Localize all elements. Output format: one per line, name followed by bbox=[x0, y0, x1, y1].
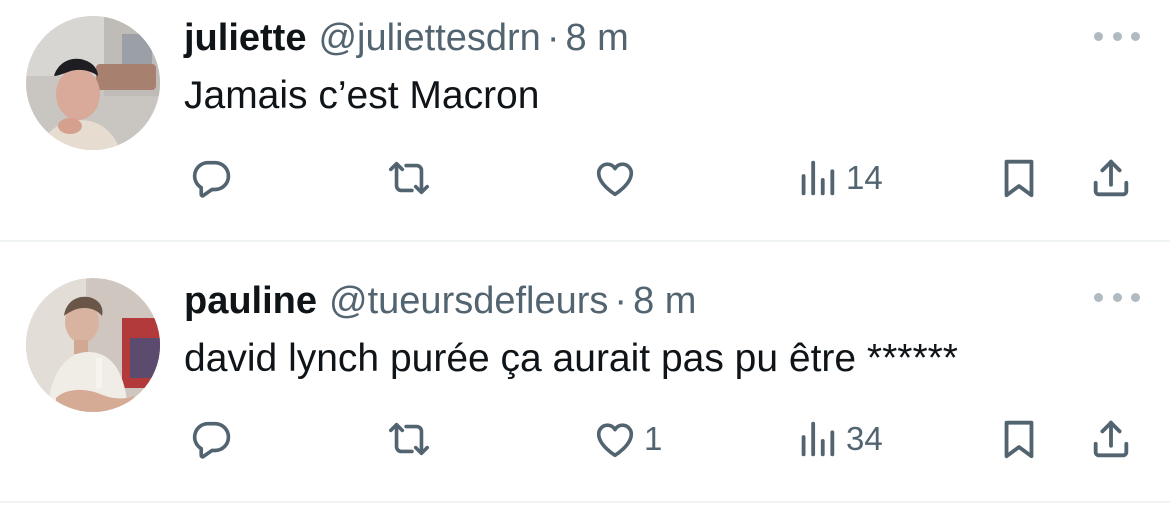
timestamp[interactable]: 8 m bbox=[633, 278, 696, 324]
tweet-text: Jamais c’est Macron bbox=[184, 74, 540, 117]
more-options-icon[interactable] bbox=[1094, 287, 1140, 307]
repost-icon bbox=[386, 155, 432, 201]
avatar-photo bbox=[26, 278, 160, 412]
views-button[interactable]: 34 bbox=[794, 414, 883, 464]
heart-icon bbox=[592, 155, 638, 201]
more-dot bbox=[1131, 292, 1140, 302]
reply-icon bbox=[188, 155, 234, 201]
share-icon bbox=[1088, 416, 1134, 462]
action-bar: 14 bbox=[0, 153, 1170, 203]
views-chart-icon bbox=[794, 155, 840, 201]
tweet-header: juliette @juliettesdrn · 8 m bbox=[184, 15, 629, 61]
repost-icon bbox=[386, 416, 432, 462]
display-name[interactable]: juliette bbox=[184, 15, 306, 61]
tweet-feed: juliette @juliettesdrn · 8 m Jamais c’es… bbox=[0, 0, 1170, 506]
reply-icon bbox=[188, 416, 234, 462]
timestamp[interactable]: 8 m bbox=[565, 15, 628, 61]
like-button[interactable]: 1 bbox=[592, 414, 662, 464]
like-button[interactable] bbox=[592, 153, 644, 203]
share-button[interactable] bbox=[1088, 153, 1134, 203]
action-bar: 1 34 bbox=[0, 414, 1170, 464]
share-icon bbox=[1088, 155, 1134, 201]
bookmark-button[interactable] bbox=[996, 153, 1042, 203]
bookmark-icon bbox=[996, 416, 1042, 462]
like-count: 1 bbox=[644, 420, 663, 457]
divider bbox=[0, 501, 1170, 503]
more-dot bbox=[1094, 31, 1103, 41]
views-chart-icon bbox=[794, 416, 840, 462]
reply-button[interactable] bbox=[188, 414, 234, 464]
view-count: 14 bbox=[846, 159, 883, 196]
bookmark-button[interactable] bbox=[996, 414, 1042, 464]
avatar[interactable] bbox=[26, 16, 160, 150]
more-dot bbox=[1112, 292, 1122, 302]
bookmark-icon bbox=[996, 155, 1042, 201]
view-count: 34 bbox=[846, 420, 883, 457]
avatar[interactable] bbox=[26, 278, 160, 412]
tweet[interactable]: juliette @juliettesdrn · 8 m Jamais c’es… bbox=[0, 0, 1170, 241]
user-handle[interactable]: @juliettesdrn bbox=[318, 15, 540, 61]
reply-button[interactable] bbox=[188, 153, 234, 203]
more-dot bbox=[1131, 31, 1140, 41]
avatar-photo bbox=[26, 16, 160, 150]
tweet[interactable]: pauline @tueursdefleurs · 8 m david lync… bbox=[0, 242, 1170, 502]
more-options-icon[interactable] bbox=[1094, 26, 1140, 46]
repost-button[interactable] bbox=[386, 153, 432, 203]
user-handle[interactable]: @tueursdefleurs bbox=[329, 278, 608, 324]
share-button[interactable] bbox=[1088, 414, 1134, 464]
more-dot bbox=[1112, 31, 1122, 41]
separator-dot: · bbox=[614, 280, 628, 322]
tweet-header: pauline @tueursdefleurs · 8 m bbox=[184, 278, 696, 324]
more-dot bbox=[1094, 292, 1103, 302]
display-name[interactable]: pauline bbox=[184, 278, 317, 324]
repost-button[interactable] bbox=[386, 414, 432, 464]
tweet-text: david lynch purée ça aurait pas pu être … bbox=[184, 337, 958, 380]
views-button[interactable]: 14 bbox=[794, 153, 883, 203]
heart-icon bbox=[592, 416, 638, 462]
separator-dot: · bbox=[546, 17, 560, 59]
